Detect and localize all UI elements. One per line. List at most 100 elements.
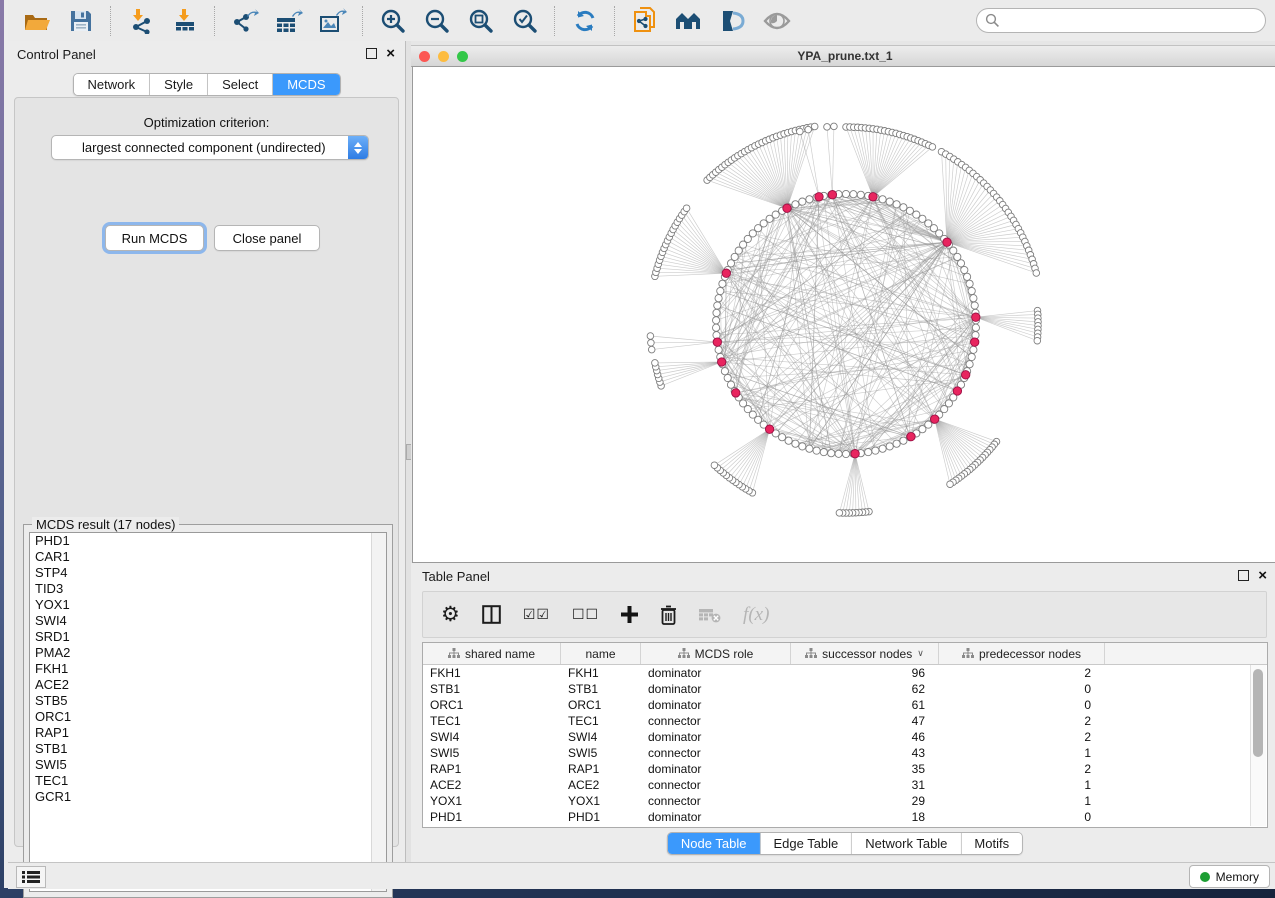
network-node[interactable] — [972, 324, 979, 331]
cell-shared_name[interactable]: SWI5 — [423, 746, 561, 760]
cell-mcds_role[interactable]: dominator — [641, 730, 791, 744]
zoom-out-icon[interactable] — [422, 6, 452, 36]
cell-successor_nodes[interactable]: 43 — [791, 746, 939, 760]
network-node[interactable] — [900, 437, 907, 444]
column-header-name[interactable]: name — [561, 643, 641, 664]
mcds-result-item[interactable]: TEC1 — [30, 773, 386, 789]
network-node[interactable] — [950, 247, 957, 254]
cell-shared_name[interactable]: STB1 — [423, 682, 561, 696]
mcds-result-item[interactable]: STB5 — [30, 693, 386, 709]
cell-name[interactable]: RAP1 — [561, 762, 641, 776]
zoom-selected-icon[interactable] — [510, 6, 540, 36]
network-node[interactable] — [857, 191, 864, 198]
apply-layout-icon[interactable] — [570, 6, 600, 36]
first-neighbors-icon[interactable] — [674, 6, 704, 36]
network-node[interactable] — [966, 280, 973, 287]
network-node[interactable] — [713, 317, 720, 324]
network-satellite-node[interactable] — [647, 333, 654, 340]
network-satellite-node[interactable] — [648, 346, 655, 353]
network-node[interactable] — [713, 309, 720, 316]
network-node[interactable] — [971, 302, 978, 309]
cell-predecessor_nodes[interactable]: 2 — [939, 714, 1105, 728]
network-node[interactable] — [715, 295, 722, 302]
mcds-result-item[interactable]: GCR1 — [30, 789, 386, 805]
network-hub-node[interactable] — [713, 338, 721, 346]
cell-shared_name[interactable]: TEC1 — [423, 714, 561, 728]
network-satellite-node[interactable] — [1033, 270, 1040, 277]
network-hub-node[interactable] — [815, 193, 823, 201]
network-node[interactable] — [724, 374, 731, 381]
network-node[interactable] — [727, 381, 734, 388]
cell-shared_name[interactable]: PHD1 — [423, 810, 561, 824]
cell-name[interactable]: STB1 — [561, 682, 641, 696]
network-hub-node[interactable] — [953, 387, 961, 395]
mcds-result-item[interactable]: CAR1 — [30, 549, 386, 565]
mcds-result-item[interactable]: SRD1 — [30, 629, 386, 645]
network-node[interactable] — [772, 211, 779, 218]
cell-name[interactable]: ACE2 — [561, 778, 641, 792]
network-node[interactable] — [731, 253, 738, 260]
cell-predecessor_nodes[interactable]: 1 — [939, 778, 1105, 792]
show-all-icon[interactable] — [762, 6, 792, 36]
network-window-titlebar[interactable]: YPA_prune.txt_1 — [411, 45, 1275, 67]
table-row[interactable]: SWI4SWI4dominator462 — [423, 729, 1267, 745]
mcds-result-item[interactable]: SWI5 — [30, 757, 386, 773]
network-hub-node[interactable] — [931, 415, 939, 423]
network-node[interactable] — [872, 447, 879, 454]
network-node[interactable] — [813, 447, 820, 454]
network-satellite-node[interactable] — [652, 360, 659, 367]
cell-successor_nodes[interactable]: 35 — [791, 762, 939, 776]
mcds-result-item[interactable]: STP4 — [30, 565, 386, 581]
network-node[interactable] — [886, 198, 893, 205]
mcds-result-item[interactable]: STB1 — [30, 741, 386, 757]
mcds-result-item[interactable]: TID3 — [30, 581, 386, 597]
network-node[interactable] — [893, 440, 900, 447]
network-node[interactable] — [806, 196, 813, 203]
table-row[interactable]: FKH1FKH1dominator962 — [423, 665, 1267, 681]
column-header-shared-name[interactable]: shared name — [423, 643, 561, 664]
hide-selected-icon[interactable] — [718, 6, 748, 36]
cell-name[interactable]: YOX1 — [561, 794, 641, 808]
network-satellite-node[interactable] — [836, 510, 843, 517]
mcds-list-scrollbar[interactable] — [371, 533, 386, 891]
network-node[interactable] — [717, 287, 724, 294]
network-node[interactable] — [954, 253, 961, 260]
network-hub-node[interactable] — [783, 204, 791, 212]
network-node[interactable] — [900, 204, 907, 211]
cell-predecessor_nodes[interactable]: 1 — [939, 746, 1105, 760]
network-node[interactable] — [719, 280, 726, 287]
table-row[interactable]: SWI5SWI5connector431 — [423, 745, 1267, 761]
mcds-result-item[interactable]: ACE2 — [30, 677, 386, 693]
unselect-all-columns-icon[interactable]: ☐☐ — [572, 606, 599, 623]
search-box[interactable] — [976, 8, 1266, 33]
table-row[interactable]: ACE2ACE2connector311 — [423, 777, 1267, 793]
zoom-fit-icon[interactable] — [466, 6, 496, 36]
network-satellite-node[interactable] — [929, 144, 936, 151]
cell-predecessor_nodes[interactable]: 2 — [939, 730, 1105, 744]
float-panel-icon[interactable] — [366, 48, 377, 59]
cell-predecessor_nodes[interactable]: 2 — [939, 666, 1105, 680]
network-satellite-node[interactable] — [824, 124, 831, 131]
network-satellite-node[interactable] — [797, 128, 804, 135]
network-node[interactable] — [893, 201, 900, 208]
network-satellite-node[interactable] — [711, 462, 718, 469]
cell-successor_nodes[interactable]: 46 — [791, 730, 939, 744]
cell-name[interactable]: TEC1 — [561, 714, 641, 728]
export-image-icon[interactable] — [318, 6, 348, 36]
network-node[interactable] — [957, 260, 964, 267]
network-node[interactable] — [842, 190, 849, 197]
cell-successor_nodes[interactable]: 31 — [791, 778, 939, 792]
network-node[interactable] — [964, 273, 971, 280]
tab-edge-table[interactable]: Edge Table — [760, 833, 852, 854]
mcds-result-item[interactable]: SWI4 — [30, 613, 386, 629]
open-session-icon[interactable] — [22, 6, 52, 36]
sort-chevron-icon[interactable]: ∨ — [917, 648, 924, 659]
tab-motifs[interactable]: Motifs — [961, 833, 1022, 854]
table-row[interactable]: PHD1PHD1dominator180 — [423, 809, 1267, 825]
network-node[interactable] — [970, 295, 977, 302]
cell-mcds_role[interactable]: connector — [641, 746, 791, 760]
cell-name[interactable]: SWI5 — [561, 746, 641, 760]
network-hub-node[interactable] — [943, 238, 951, 246]
import-network-icon[interactable] — [126, 6, 156, 36]
network-node[interactable] — [879, 445, 886, 452]
